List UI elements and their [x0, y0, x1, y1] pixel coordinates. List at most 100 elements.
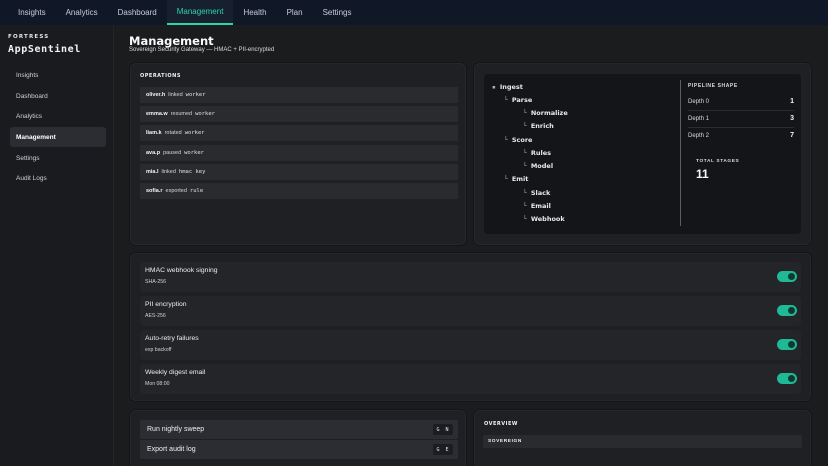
brand-name: AppSentinel: [8, 44, 81, 55]
action-label: Run nightly sweep: [147, 426, 205, 433]
setting-subtitle: Mon 08:00: [145, 381, 170, 387]
operation-verb: linked: [161, 169, 176, 175]
depth-divider: [688, 127, 794, 128]
tree-root-icon: ▪: [492, 83, 500, 91]
operation-target: worker: [185, 92, 206, 98]
sidebar-item-analytics[interactable]: Analytics: [10, 106, 106, 126]
operation-target: worker: [184, 130, 205, 136]
overview-heading: OVERVIEW: [484, 421, 518, 427]
pii-encryption-toggle[interactable]: [777, 305, 797, 316]
operation-user: oliver.h: [146, 92, 166, 98]
auto-retry-toggle[interactable]: [777, 339, 797, 350]
tree-branch-icon: └: [504, 175, 512, 183]
tab-insights[interactable]: Insights: [8, 0, 56, 25]
tree-branch-icon: └: [504, 96, 512, 104]
sidebar-item-insights[interactable]: Insights: [10, 65, 106, 85]
operation-row: emma.w resumed worker: [140, 106, 458, 122]
total-stages-label: TOTAL STAGES: [696, 159, 740, 164]
operation-user: ava.p: [146, 150, 161, 156]
toggle-knob: [788, 375, 795, 382]
tab-plan[interactable]: Plan: [277, 0, 313, 25]
pipeline-shape-title: PIPELINE SHAPE: [688, 83, 738, 89]
tree-branch-icon: └: [523, 202, 531, 210]
toggle-knob: [788, 273, 795, 280]
tab-dashboard[interactable]: Dashboard: [108, 0, 167, 25]
tree-branch-icon: └: [504, 136, 512, 144]
operation-user: sofia.r: [146, 188, 163, 194]
export-audit-log-button[interactable]: Export audit log G E: [140, 440, 458, 459]
tree-branch-icon: └: [523, 109, 531, 117]
toggle-knob: [788, 307, 795, 314]
sidebar-item-settings[interactable]: Settings: [10, 148, 106, 168]
action-label: Export audit log: [147, 446, 196, 453]
depth-value: 7: [790, 132, 794, 139]
setting-title: Auto-retry failures: [145, 335, 199, 342]
brand-kicker: FORTRESS: [8, 34, 50, 40]
setting-row-digest: Weekly digest email Mon 08:00: [140, 364, 801, 394]
shortcut-badge: G E: [433, 444, 453, 455]
page-title: Management: [129, 34, 214, 48]
operation-row: ava.p paused worker: [140, 145, 458, 161]
top-nav: Insights Analytics Dashboard Management …: [0, 0, 828, 25]
setting-title: PII encryption: [145, 301, 187, 308]
tree-branch-icon: └: [523, 149, 531, 157]
depth-label: Depth 1: [688, 116, 710, 122]
overview-row: SOVEREIGN: [483, 435, 802, 448]
total-stages-value: 11: [696, 167, 709, 181]
setting-row-auto-retry: Auto-retry failures exp backoff: [140, 330, 801, 360]
depth-value: 1: [790, 98, 794, 105]
tree-node-webhook[interactable]: └ Webhook: [523, 215, 565, 223]
setting-subtitle: exp backoff: [145, 347, 172, 353]
tree-node-parse[interactable]: └ Parse: [504, 96, 532, 104]
tab-settings[interactable]: Settings: [313, 0, 362, 25]
tree-node-slack[interactable]: └ Slack: [523, 189, 550, 197]
operation-verb: rotated: [164, 130, 182, 136]
tab-health[interactable]: Health: [233, 0, 276, 25]
sidebar-item-dashboard[interactable]: Dashboard: [10, 86, 106, 106]
operation-user: liam.k: [146, 130, 162, 136]
tree-branch-icon: └: [523, 122, 531, 130]
shortcut-badge: G N: [433, 424, 453, 435]
tree-node-email[interactable]: └ Email: [523, 202, 551, 210]
tree-node-ingest[interactable]: ▪ Ingest: [492, 83, 523, 91]
run-nightly-sweep-button[interactable]: Run nightly sweep G N: [140, 420, 458, 439]
operation-user: mia.l: [146, 169, 159, 175]
operation-target: rule: [189, 188, 204, 194]
operation-target: worker: [184, 150, 204, 156]
operation-user: emma.w: [146, 111, 168, 117]
operations-heading: OPERATIONS: [140, 73, 181, 79]
sidebar-item-management[interactable]: Management: [10, 127, 106, 147]
tree-node-enrich[interactable]: └ Enrich: [523, 122, 554, 130]
setting-row-pii: PII encryption AES-256: [140, 296, 801, 326]
setting-row-hmac: HMAC webhook signing SHA-256: [140, 262, 801, 292]
setting-title: HMAC webhook signing: [145, 267, 218, 274]
operation-verb: resumed: [170, 111, 193, 117]
tree-node-score[interactable]: └ Score: [504, 136, 532, 144]
operation-row: oliver.h linked worker: [140, 87, 458, 103]
weekly-digest-toggle[interactable]: [777, 373, 797, 384]
tree-node-emit[interactable]: └ Emit: [504, 175, 528, 183]
sidebar: FORTRESS AppSentinel Insights Dashboard …: [0, 25, 114, 466]
tree-node-model[interactable]: └ Model: [523, 162, 553, 170]
tab-management[interactable]: Management: [166, 0, 234, 25]
depth-label: Depth 2: [688, 133, 710, 139]
hmac-signing-toggle[interactable]: [777, 271, 797, 282]
setting-title: Weekly digest email: [145, 369, 206, 376]
operation-row: liam.k rotated worker: [140, 125, 458, 141]
operation-verb: paused: [163, 150, 182, 156]
depth-value: 3: [790, 115, 794, 122]
tree-branch-icon: └: [523, 215, 531, 223]
tree-node-rules[interactable]: └ Rules: [523, 149, 551, 157]
sidebar-item-audit-logs[interactable]: Audit Logs: [10, 168, 106, 188]
tree-node-normalize[interactable]: └ Normalize: [523, 109, 568, 117]
setting-subtitle: AES-256: [145, 313, 166, 319]
tree-branch-icon: └: [523, 162, 531, 170]
tree-branch-icon: └: [523, 189, 531, 197]
operation-target: hmac key: [178, 169, 206, 175]
operation-target: worker: [195, 111, 215, 117]
operation-row: mia.l linked hmac key: [140, 164, 458, 180]
operation-row: sofia.r exported rule: [140, 183, 458, 199]
page-subtitle: Sovereign Security Gateway — HMAC + PII-…: [129, 47, 275, 53]
setting-subtitle: SHA-256: [145, 279, 167, 285]
tab-analytics[interactable]: Analytics: [56, 0, 108, 25]
